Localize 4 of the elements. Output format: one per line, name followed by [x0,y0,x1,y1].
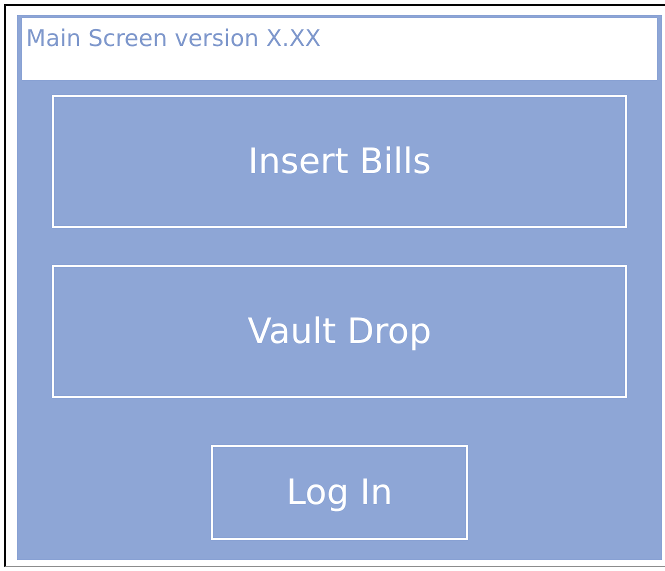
menu-button[interactable]: Insert Bills [52,95,627,228]
menu-button[interactable]: Vault Drop [52,265,627,398]
menu-button[interactable]: Log In [211,445,468,540]
window-title: Main Screen version X.XX [26,26,321,52]
